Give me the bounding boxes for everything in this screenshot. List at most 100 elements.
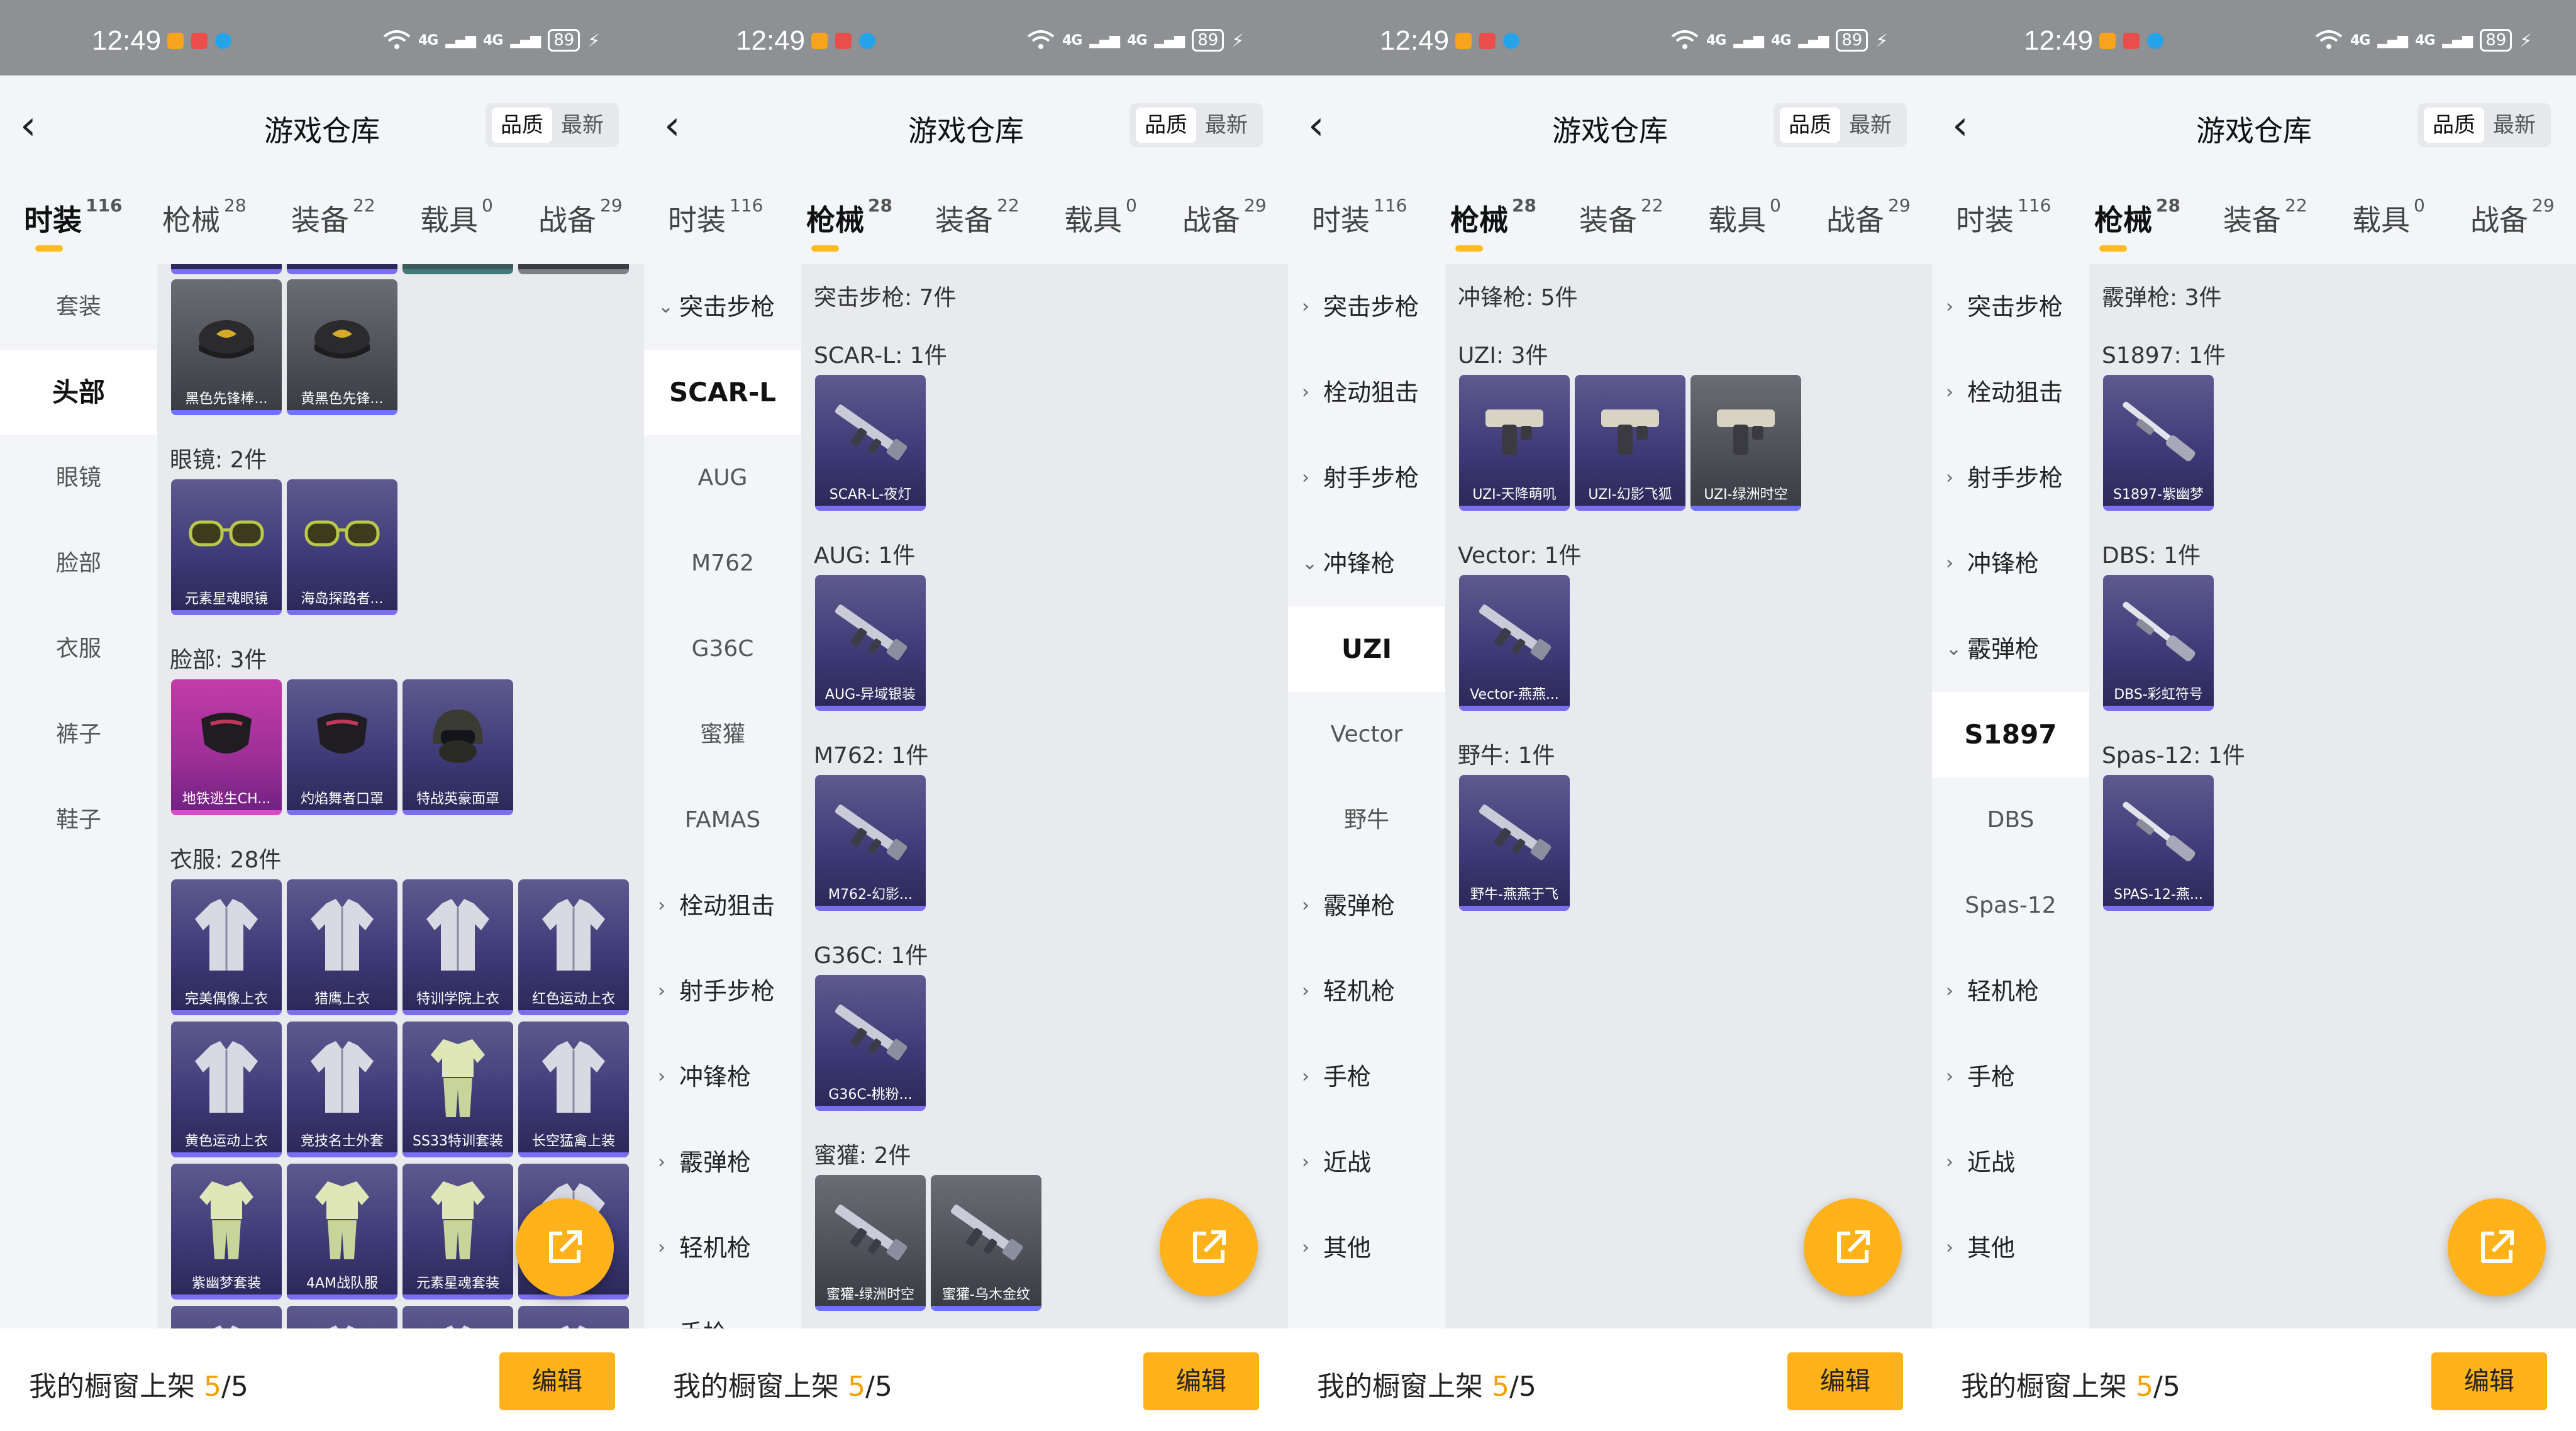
- edit-button[interactable]: 编辑: [2431, 1352, 2547, 1410]
- item-card[interactable]: DBS-彩虹符号: [2103, 575, 2214, 711]
- tab-4[interactable]: 战备 29: [1182, 195, 1267, 239]
- edit-button[interactable]: 编辑: [1787, 1352, 1903, 1410]
- sidebar-item[interactable]: › 射手步枪: [1932, 435, 2089, 521]
- item-card[interactable]: 完美偶像上衣: [171, 879, 282, 1015]
- sidebar-item[interactable]: 头部: [0, 350, 157, 435]
- sidebar-item[interactable]: UZI: [1288, 606, 1445, 692]
- share-button[interactable]: [516, 1198, 614, 1296]
- sidebar-item[interactable]: S1897: [1932, 692, 2089, 777]
- item-card[interactable]: Vector-燕燕...: [1459, 575, 1570, 711]
- item-card[interactable]: 紫幽梦套装: [171, 1164, 282, 1300]
- item-card[interactable]: UZI-绿洲时空: [1690, 375, 1801, 511]
- tab-2[interactable]: 装备 22: [2223, 195, 2307, 239]
- item-card[interactable]: 灼焰舞者口罩: [287, 679, 397, 815]
- item-card[interactable]: [287, 1306, 397, 1328]
- share-button[interactable]: [1804, 1198, 1902, 1296]
- sort-latest-button[interactable]: 最新: [2484, 108, 2545, 143]
- sort-quality-button[interactable]: 品质: [2424, 108, 2484, 143]
- item-card[interactable]: G36C-桃粉...: [815, 975, 926, 1111]
- item-card[interactable]: 野牛-燕燕于飞: [1459, 775, 1570, 911]
- sidebar-item[interactable]: › 霰弹枪: [1288, 863, 1445, 949]
- share-button[interactable]: [1160, 1198, 1258, 1296]
- item-card[interactable]: 蜜獾-乌木金纹: [931, 1175, 1041, 1311]
- item-card[interactable]: [518, 264, 629, 274]
- sidebar-item[interactable]: 裤子: [0, 692, 157, 777]
- sidebar-item[interactable]: ⌄ 霰弹枪: [1932, 606, 2089, 692]
- item-card[interactable]: [402, 264, 513, 274]
- sidebar-item[interactable]: › 射手步枪: [644, 949, 801, 1034]
- sidebar-item[interactable]: › 手枪: [1932, 1034, 2089, 1120]
- edit-button[interactable]: 编辑: [1143, 1352, 1259, 1410]
- sidebar-item[interactable]: › 突击步枪: [1288, 264, 1445, 350]
- sidebar-item[interactable]: Vector: [1288, 692, 1445, 777]
- sort-quality-button[interactable]: 品质: [1136, 108, 1196, 143]
- item-card[interactable]: 竞技名士外套: [287, 1022, 397, 1157]
- sidebar-item[interactable]: M762: [644, 521, 801, 606]
- sidebar-item[interactable]: › 栓动狙击: [1288, 350, 1445, 435]
- item-card[interactable]: 海岛探路者...: [287, 479, 397, 615]
- item-card[interactable]: 地铁逃生CH...: [171, 679, 282, 815]
- sidebar-item[interactable]: › 射手步枪: [1288, 435, 1445, 521]
- sort-latest-button[interactable]: 最新: [1840, 108, 1901, 143]
- sidebar-item[interactable]: FAMAS: [644, 777, 801, 863]
- tab-1[interactable]: 枪械 28: [2094, 195, 2180, 252]
- sidebar-item[interactable]: › 手枪: [1288, 1034, 1445, 1120]
- sidebar-item[interactable]: 鞋子: [0, 777, 157, 863]
- sidebar-item[interactable]: › 霰弹枪: [644, 1120, 801, 1205]
- item-card[interactable]: 特战英豪面罩: [402, 679, 513, 815]
- sidebar-item[interactable]: › 近战: [1932, 1120, 2089, 1205]
- sidebar-item[interactable]: › 近战: [1288, 1120, 1445, 1205]
- sort-latest-button[interactable]: 最新: [552, 108, 613, 143]
- tab-1[interactable]: 枪械 28: [1450, 195, 1536, 252]
- tab-4[interactable]: 战备 29: [538, 195, 623, 239]
- tab-1[interactable]: 枪械 28: [162, 195, 247, 239]
- item-card[interactable]: [518, 1306, 629, 1328]
- tab-0[interactable]: 时装 116: [24, 195, 122, 252]
- sort-quality-button[interactable]: 品质: [492, 108, 552, 143]
- sidebar-item[interactable]: › 突击步枪: [1932, 264, 2089, 350]
- item-card[interactable]: S1897-紫幽梦: [2103, 375, 2214, 511]
- sidebar-item[interactable]: › 冲锋枪: [644, 1034, 801, 1120]
- sidebar-item[interactable]: 蜜獾: [644, 692, 801, 777]
- tab-0[interactable]: 时装 116: [668, 195, 763, 239]
- item-card[interactable]: 猎鹰上衣: [287, 879, 397, 1015]
- item-card[interactable]: [171, 264, 282, 274]
- item-card[interactable]: 黑色先锋棒...: [171, 279, 282, 415]
- item-card[interactable]: UZI-幻影飞狐: [1575, 375, 1685, 511]
- sidebar-item[interactable]: 脸部: [0, 521, 157, 606]
- sidebar-item[interactable]: › 其他: [1932, 1205, 2089, 1291]
- item-card[interactable]: 红色运动上衣: [518, 879, 629, 1015]
- sidebar-item[interactable]: › 手枪: [644, 1291, 801, 1328]
- item-card[interactable]: UZI-天降萌叽: [1459, 375, 1570, 511]
- tab-3[interactable]: 载具 0: [1708, 195, 1781, 239]
- sidebar-item[interactable]: ⌄ 冲锋枪: [1288, 521, 1445, 606]
- item-card[interactable]: 元素星魂套装: [402, 1164, 513, 1300]
- item-card[interactable]: AUG-异域银装: [815, 575, 926, 711]
- item-card[interactable]: 黄黑色先锋...: [287, 279, 397, 415]
- sidebar-item[interactable]: › 轻机枪: [644, 1205, 801, 1291]
- item-card[interactable]: 长空猛禽上装: [518, 1022, 629, 1157]
- tab-3[interactable]: 载具 0: [1064, 195, 1137, 239]
- item-card[interactable]: SS33特训套装: [402, 1022, 513, 1157]
- sidebar-item[interactable]: ⌄ 突击步枪: [644, 264, 801, 350]
- tab-0[interactable]: 时装 116: [1312, 195, 1407, 239]
- sidebar-item[interactable]: › 冲锋枪: [1932, 521, 2089, 606]
- share-button[interactable]: [2448, 1198, 2546, 1296]
- edit-button[interactable]: 编辑: [499, 1352, 615, 1410]
- sidebar-item[interactable]: › 轻机枪: [1288, 949, 1445, 1034]
- item-card[interactable]: [171, 1306, 282, 1328]
- sort-quality-button[interactable]: 品质: [1780, 108, 1840, 143]
- sidebar-item[interactable]: DBS: [1932, 777, 2089, 863]
- tab-2[interactable]: 装备 22: [935, 195, 1019, 239]
- sidebar-item[interactable]: 眼镜: [0, 435, 157, 521]
- item-card[interactable]: SPAS-12-燕...: [2103, 775, 2214, 911]
- tab-3[interactable]: 载具 0: [2352, 195, 2425, 239]
- item-card[interactable]: 特训学院上衣: [402, 879, 513, 1015]
- sidebar-item[interactable]: Spas-12: [1932, 863, 2089, 949]
- item-card[interactable]: [402, 1306, 513, 1328]
- sidebar-item[interactable]: › 栓动狙击: [1932, 350, 2089, 435]
- item-card[interactable]: 黄色运动上衣: [171, 1022, 282, 1157]
- sidebar-item[interactable]: SCAR-L: [644, 350, 801, 435]
- item-card[interactable]: M762-幻影...: [815, 775, 926, 911]
- tab-4[interactable]: 战备 29: [2470, 195, 2555, 239]
